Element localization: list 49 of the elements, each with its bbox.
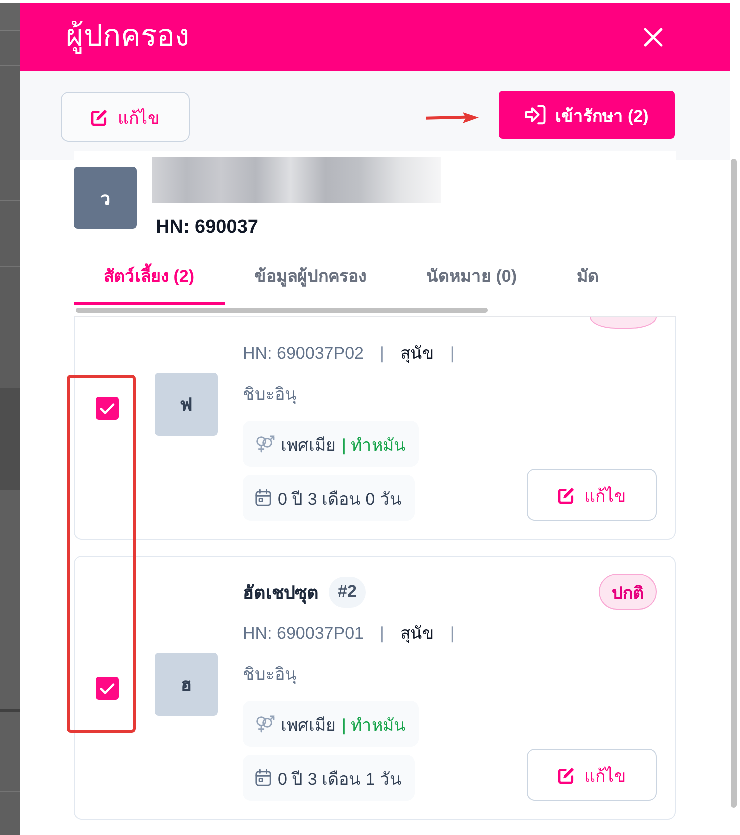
gender-icon (255, 435, 275, 453)
species-label: สุนัข (400, 344, 434, 364)
dialog-title: ผู้ปกครอง (66, 19, 190, 55)
owner-hn: HN: 690037 (156, 217, 258, 239)
sex-label: เพศเมีย (281, 434, 336, 456)
edit-button[interactable]: แก้ไข (527, 469, 657, 521)
separator: | (450, 344, 455, 364)
edit-button[interactable]: แก้ไข (527, 749, 657, 801)
pet-name: ฮัตเชปซุต (243, 582, 319, 606)
separator: | (450, 624, 455, 644)
pet-number-tag: #2 (329, 576, 366, 608)
check-icon (100, 682, 115, 694)
calendar-icon (255, 489, 272, 507)
vertical-scrollbar[interactable] (731, 159, 737, 808)
tab[interactable]: ข้อมูลผู้ปกครอง (224, 249, 396, 305)
edit-icon (558, 486, 574, 504)
tab[interactable]: มัด (547, 249, 629, 305)
checkbox[interactable] (96, 677, 119, 700)
admit-button[interactable]: เข้ารักษา (2) (499, 91, 675, 139)
status-badge (590, 317, 657, 329)
calendar-icon (255, 769, 272, 787)
edit-icon (558, 766, 574, 784)
age-label: 0 ปี 3 เดือน 0 วัน (278, 488, 402, 510)
separator: | (380, 624, 384, 644)
sex-label: เพศเมีย (281, 714, 336, 736)
checkbox[interactable] (96, 397, 119, 420)
pet-avatar: ฮ (155, 653, 218, 716)
age-label: 0 ปี 3 เดือน 1 วัน (278, 768, 402, 790)
annotation-arrow (426, 112, 479, 124)
hn-number: HN: 690037P02 (243, 344, 364, 364)
horizontal-scrollbar[interactable] (76, 308, 488, 313)
neutered-label: | ทำหมัน (342, 434, 406, 457)
pet-avatar: ฟ (155, 373, 218, 436)
check-icon (100, 402, 115, 414)
owner-avatar: ว (74, 167, 137, 229)
neutered-label: | ทำหมัน (342, 714, 406, 737)
tab[interactable]: นัดหมาย (0) (396, 249, 547, 305)
status-badge: ปกติ (599, 574, 657, 610)
edit-button[interactable]: แก้ไข (61, 92, 190, 142)
close-icon (644, 28, 662, 46)
breed-label: ชิบะอินุ (243, 665, 297, 685)
gender-icon (255, 715, 275, 733)
edit-icon (91, 108, 108, 126)
hn-number: HN: 690037P01 (243, 624, 364, 644)
login-icon (525, 105, 546, 125)
breed-label: ชิบะอินุ (243, 385, 297, 405)
separator: | (380, 344, 384, 364)
species-label: สุนัข (400, 624, 434, 644)
tab[interactable]: สัตว์เลี้ยง (2) (74, 249, 224, 305)
